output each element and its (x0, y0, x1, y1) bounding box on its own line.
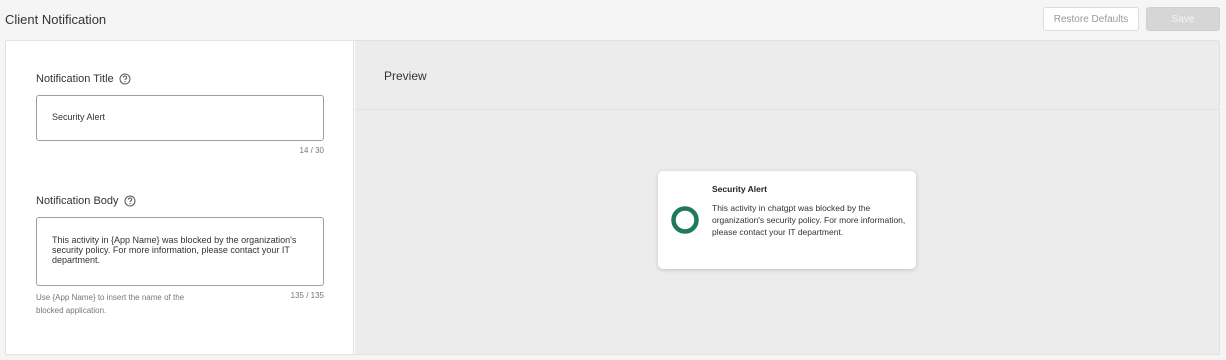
notification-title-input[interactable]: Security Alert (36, 95, 324, 141)
app-name-hint: Use {App Name} to insert the name of the… (36, 293, 185, 315)
notification-body-label-text: Notification Body (36, 195, 119, 207)
preview-header: Preview (355, 41, 1219, 110)
page-header: Client Notification Restore Defaults Sav… (0, 0, 1226, 40)
status-ring-icon (670, 205, 700, 235)
body-character-counter: 135 / 135 (290, 291, 324, 300)
preview-title: Preview (384, 69, 427, 83)
notification-body-label: Notification Body (36, 195, 136, 207)
notification-body-textarea[interactable]: This activity in {App Name} was blocked … (36, 217, 324, 286)
page-title: Client Notification (5, 12, 107, 27)
notification-preview-toast: Security Alert This activity in chatgpt … (658, 171, 916, 269)
settings-card: Notification Title Security Alert 14 / 3… (5, 40, 1220, 355)
restore-defaults-button[interactable]: Restore Defaults (1043, 7, 1139, 31)
notification-title-label: Notification Title (36, 73, 131, 85)
form-panel: Notification Title Security Alert 14 / 3… (6, 41, 354, 354)
save-button[interactable]: Save (1146, 7, 1220, 31)
title-character-counter: 14 / 30 (299, 146, 324, 155)
notification-title-label-text: Notification Title (36, 73, 114, 85)
toast-title: Security Alert (712, 184, 767, 194)
help-icon[interactable] (124, 195, 136, 207)
toast-body: This activity in chatgpt was blocked by … (712, 203, 906, 237)
preview-panel: Preview Security Alert This activity in … (355, 41, 1219, 354)
help-icon[interactable] (119, 73, 131, 85)
